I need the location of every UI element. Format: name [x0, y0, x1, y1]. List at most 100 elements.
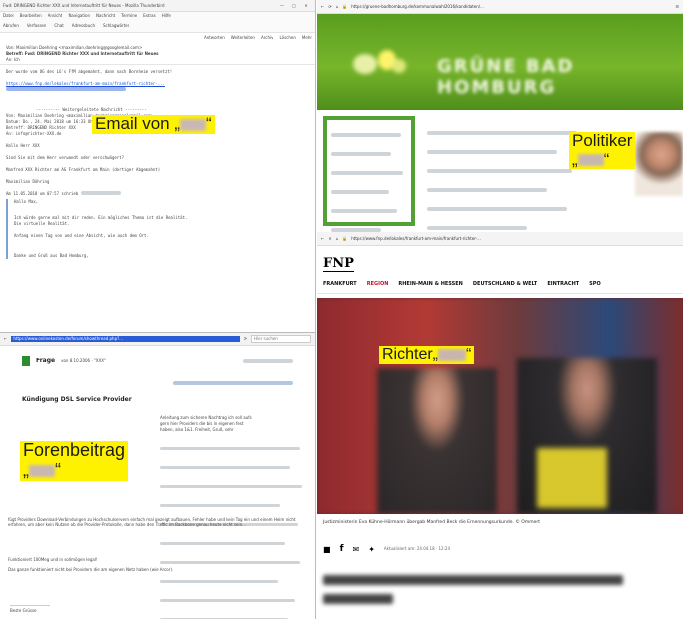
email-titlebar: Fwd: DRINGEND Richter XXX und Internetau…	[0, 0, 315, 12]
email-intro: Der wurde vom OG des LG's FfM abgemahnt,…	[6, 69, 173, 74]
label-politician-text: Politiker	[572, 131, 633, 150]
label-judge-suffix: “	[466, 346, 472, 363]
archive-button[interactable]: Archiv	[261, 35, 274, 42]
email-title: Fwd: DRINGEND Richter XXX und Internetau…	[3, 2, 165, 8]
article-headline	[317, 560, 683, 618]
fnp-logo[interactable]: FNP	[323, 256, 354, 272]
reply-button[interactable]: Antworten	[204, 35, 225, 42]
menu-bearbeiten[interactable]: Bearbeiten	[20, 13, 42, 20]
greens-header: GRÜNE BAD HOMBURG	[317, 14, 683, 110]
thread-title[interactable]: Kündigung DSL Service Provider	[0, 389, 315, 405]
label-forum: Forenbeitrag „ “	[20, 440, 129, 481]
comment-icon[interactable]: ■	[323, 545, 331, 554]
label-forum-line2: „ “	[23, 459, 125, 481]
close-icon[interactable]: ✕	[300, 3, 312, 9]
menu-icon[interactable]: ☰	[675, 4, 679, 10]
fnp-close-icon[interactable]: ✕	[328, 236, 331, 242]
quote-intro: Am 11.05.2018 um 07:57 schrieb	[6, 191, 309, 197]
censor-mark	[180, 118, 207, 131]
article-meta: Aktualisiert am: 24.04.18 · 12:24	[383, 546, 450, 551]
label-forum-close: “	[55, 459, 61, 480]
forum-url[interactable]: https://www.onlinekosten.de/forum/showth…	[11, 336, 240, 342]
fnp-back-icon[interactable]: ←	[321, 236, 324, 242]
photo-document	[537, 448, 607, 508]
share-row: ■ f ✉ ✦ Aktualisiert am: 24.04.18 · 12:2…	[317, 532, 683, 560]
fnp-home-icon[interactable]: ⌂	[336, 236, 339, 242]
quote-intro-text: Am 11.05.2018 um 07:57 schrieb	[6, 191, 79, 196]
forum-window: ← https://www.onlinekosten.de/forum/show…	[0, 332, 316, 619]
nav-eintracht[interactable]: EINTRACHT	[547, 281, 579, 287]
forum-back-icon[interactable]: ←	[4, 336, 7, 342]
politician-url[interactable]: https://gruene-badhomburg.de/kommunalwah…	[351, 4, 671, 10]
nav-rhein-main[interactable]: RHEIN-MAIN & HESSEN	[398, 281, 462, 287]
nav-frankfurt[interactable]: FRANKFURT	[323, 281, 357, 287]
maximize-icon[interactable]: □	[288, 3, 300, 9]
toolbar-schlagwoerter[interactable]: Schlagwörter	[103, 23, 129, 30]
fnp-url[interactable]: https://www.fnp.de/lokales/frankfurt-am-…	[351, 236, 679, 242]
sidebar-menu	[323, 116, 415, 232]
censor-mark-2	[577, 154, 604, 167]
censor-mark-3	[438, 348, 467, 361]
toolbar-abrufen[interactable]: Abrufen	[3, 23, 19, 30]
menu-nachricht[interactable]: Nachricht	[96, 13, 115, 20]
home-icon[interactable]: ⌂	[336, 4, 339, 10]
question-icon	[22, 356, 30, 366]
label-politician: Politiker „ “	[569, 131, 636, 170]
fnp-logo-row: FNP	[317, 246, 683, 274]
screenshot-collage: Fwd: DRINGEND Richter XXX und Internetau…	[0, 0, 683, 619]
label-email: Email von „ “	[92, 114, 215, 134]
forum-search-input[interactable]: Hier suchen	[251, 335, 311, 343]
menu-datei[interactable]: Datei	[3, 13, 14, 20]
label-judge-prefix: Richter„	[382, 346, 439, 363]
label-email-text: Email von „	[95, 114, 181, 133]
label-politician-line2: „ “	[572, 149, 632, 170]
question-badge: Frage	[36, 358, 56, 364]
email-action-bar: Antworten Weiterleiten Archiv Löschen Me…	[0, 33, 315, 44]
forum-question-header: Frage von 8.10.2006 · "XXX"	[0, 346, 315, 370]
politician-window: ← ⟳ ⌂ 🔒 https://gruene-badhomburg.de/kom…	[317, 0, 683, 232]
reload-icon[interactable]: ⟳	[328, 4, 331, 10]
more-button[interactable]: Mehr	[302, 35, 312, 42]
forum-rating-bar	[0, 370, 315, 389]
email-body: Der wurde vom OG des LG's FfM abgemahnt,…	[0, 65, 315, 263]
greens-logo	[351, 42, 407, 78]
email-header: Von: Maximilian Doehring <maximilian.doe…	[0, 44, 315, 65]
question-meta: von 8.10.2006 · "XXX"	[61, 358, 106, 363]
fnp-nav: FRANKFURT REGION RHEIN-MAIN & HESSEN DEU…	[317, 274, 683, 294]
facebook-icon[interactable]: f	[340, 544, 344, 554]
politician-urlbar: ← ⟳ ⌂ 🔒 https://gruene-badhomburg.de/kom…	[317, 0, 683, 14]
fnp-urlbar: ← ✕ ⌂ 🔒 https://www.fnp.de/lokales/frank…	[317, 232, 683, 246]
toolbar-chat[interactable]: Chat	[54, 23, 63, 30]
label-forum-line1: Forenbeitrag	[23, 440, 126, 460]
menu-navigation[interactable]: Navigation	[68, 13, 90, 20]
label-judge: Richter„ “	[379, 346, 475, 364]
quoted-block: Hallo Max, Ich würde gerne mal mit dir r…	[6, 199, 309, 259]
email-window: Fwd: DRINGEND Richter XXX und Internetau…	[0, 0, 316, 332]
mail-icon[interactable]: ✉	[352, 545, 359, 554]
forum-reload-icon[interactable]: ⟳	[244, 336, 247, 342]
nav-deutschland-welt[interactable]: DEUTSCHLAND & WELT	[473, 281, 537, 287]
menu-hilfe[interactable]: Hilfe	[162, 13, 171, 20]
forum-urlbar: ← https://www.onlinekosten.de/forum/show…	[0, 333, 315, 346]
fnp-window: ← ✕ ⌂ 🔒 https://www.fnp.de/lokales/frank…	[317, 232, 683, 619]
politician-content	[317, 110, 683, 232]
forum-footer: Beste Grüsse	[10, 605, 50, 614]
email-toolbar: Abrufen Verfassen Chat Adressbuch Schlag…	[0, 21, 315, 33]
forward-button[interactable]: Weiterleiten	[231, 35, 255, 42]
twitter-icon[interactable]: ✦	[368, 545, 375, 554]
email-to: An: Ich	[6, 57, 20, 62]
menu-ansicht[interactable]: Ansicht	[48, 13, 63, 20]
menu-termine[interactable]: Termine	[121, 13, 137, 20]
delete-button[interactable]: Löschen	[279, 35, 295, 42]
photo-caption: Justizministerin Eva Kühne-Hörmann überg…	[323, 520, 540, 525]
politician-text-block	[427, 124, 587, 232]
toolbar-verfassen[interactable]: Verfassen	[27, 23, 47, 30]
toolbar-adressbuch[interactable]: Adressbuch	[72, 23, 95, 30]
label-politician-close: “	[603, 149, 610, 169]
back-icon[interactable]: ←	[321, 4, 324, 10]
nav-sport[interactable]: SPO	[589, 281, 601, 287]
article-photo	[317, 298, 683, 514]
nav-region[interactable]: REGION	[367, 281, 389, 287]
minimize-icon[interactable]: —	[276, 3, 288, 9]
menu-extras[interactable]: Extras	[143, 13, 156, 20]
